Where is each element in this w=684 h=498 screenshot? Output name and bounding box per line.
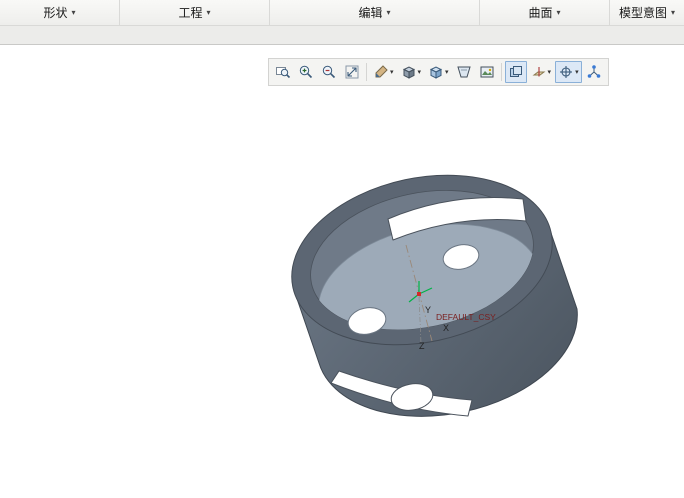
spin-center-icon [587,65,600,78]
menu-edit[interactable]: 编辑 ▾ [270,0,480,25]
datum-display-icon [532,67,546,77]
ribbon-strip [0,26,684,45]
chevron-down-icon: ▾ [671,7,676,17]
perspective-button[interactable] [453,61,475,83]
render-icon [480,66,494,78]
render-button[interactable] [476,61,498,83]
menu-shape[interactable]: 形状 ▾ [0,0,120,25]
refit-icon [345,65,359,79]
chevron-down-icon: ▾ [547,68,552,76]
model-canvas: Y X Z DEFAULT_CSY [291,174,578,417]
display-style-button[interactable]: ▾ [425,61,452,83]
axis-label-x: X [443,323,449,333]
chevron-down-icon: ▾ [556,7,561,17]
zoom-window-button[interactable] [272,61,294,83]
chevron-down-icon: ▾ [71,7,76,17]
refit-button[interactable] [341,61,363,83]
axis-label-z: Z [419,341,425,351]
csys-origin-dot [417,292,421,296]
ribbon-tab-bar: 形状 ▾ 工程 ▾ 编辑 ▾ 曲面 ▾ 模型意图 ▾ [0,0,684,26]
zoom-window-icon [276,67,291,79]
annotation-display-button[interactable]: ▾ [555,61,582,83]
axis-label-y: Y [425,305,431,315]
menu-model-intent[interactable]: 模型意图 ▾ [610,0,684,25]
repaint-button[interactable]: ▾ [370,61,397,83]
saved-views-icon [402,66,415,79]
spin-center-button[interactable] [583,61,605,83]
toolbar-separator [366,63,367,81]
zoom-out-button[interactable] [318,61,340,83]
datum-display-button[interactable]: ▾ [528,61,555,83]
perspective-icon [456,66,471,78]
zoom-in-icon [299,65,313,79]
cad-window: 形状 ▾ 工程 ▾ 编辑 ▾ 曲面 ▾ 模型意图 ▾ Y X Z DEFAULT… [0,0,684,498]
annotation-display-icon [560,66,573,78]
menu-model-intent-label: 模型意图 [618,6,667,20]
zoom-out-icon [322,65,336,79]
view-manager-button[interactable] [504,61,527,83]
chevron-down-icon: ▾ [417,68,422,76]
graphics-toolbar: ▾ ▾ ▾ ▾ ▾ [268,58,609,86]
menu-surface-label: 曲面 [528,6,553,20]
chevron-down-icon: ▾ [445,68,449,76]
menu-shape-label: 形状 [43,6,68,20]
menu-engineering-label: 工程 [178,6,203,20]
chevron-down-icon: ▾ [206,7,211,17]
toolbar-separator [500,63,502,81]
view-manager-icon [509,66,522,77]
graphics-area[interactable]: Y X Z DEFAULT_CSY ▾ ▾ ▾ ▾ ▾ [0,45,684,498]
chevron-down-icon: ▾ [386,7,391,17]
menu-surface[interactable]: 曲面 ▾ [480,0,610,25]
menu-engineering[interactable]: 工程 ▾ [120,0,270,25]
repaint-icon [375,65,388,78]
chevron-down-icon: ▾ [575,68,579,76]
chevron-down-icon: ▾ [390,68,394,76]
zoom-in-button[interactable] [295,61,317,83]
display-style-icon [429,66,443,79]
csys-label: DEFAULT_CSY [436,312,496,322]
menu-edit-label: 编辑 [358,6,383,20]
saved-views-button[interactable]: ▾ [398,61,425,83]
